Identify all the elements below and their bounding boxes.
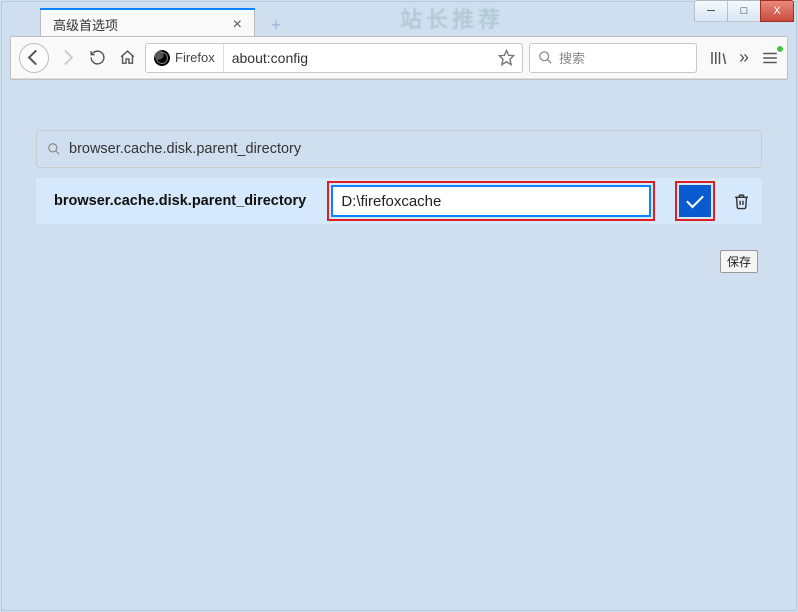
save-tooltip: 保存 xyxy=(720,250,758,273)
arrow-left-icon xyxy=(27,52,41,63)
minimize-icon: ─ xyxy=(707,5,715,17)
config-search-filter[interactable]: browser.cache.disk.parent_directory xyxy=(36,130,762,168)
new-tab-button[interactable]: + xyxy=(261,12,291,38)
forward-button[interactable] xyxy=(55,46,79,70)
tab-close-button[interactable]: × xyxy=(231,17,244,33)
pref-row: browser.cache.disk.parent_directory xyxy=(36,178,762,224)
window-border xyxy=(1,1,797,611)
library-button[interactable] xyxy=(709,49,727,67)
search-bar[interactable]: 搜索 xyxy=(529,43,697,73)
trash-icon xyxy=(733,193,750,210)
pref-value-input[interactable] xyxy=(331,185,651,217)
pref-delete-button[interactable] xyxy=(729,186,754,216)
tab-strip: 高级首选项 × + xyxy=(40,4,291,40)
window-maximize-button[interactable]: □ xyxy=(727,0,761,22)
arrow-right-icon xyxy=(60,52,74,63)
pref-save-button[interactable] xyxy=(679,185,711,217)
update-notification-badge-icon xyxy=(776,45,784,53)
home-button[interactable] xyxy=(115,46,139,70)
reload-icon xyxy=(89,49,106,66)
maximize-icon: □ xyxy=(741,5,748,17)
star-icon xyxy=(498,49,515,66)
navigation-toolbar: Firefox about:config 搜索 xyxy=(11,37,787,79)
checkmark-icon xyxy=(686,190,704,208)
site-identity-box[interactable]: Firefox xyxy=(146,44,224,72)
plus-icon: + xyxy=(271,15,282,36)
search-icon xyxy=(538,50,553,65)
highlight-value-box xyxy=(327,181,655,221)
identity-label: Firefox xyxy=(175,50,215,65)
reload-button[interactable] xyxy=(85,46,109,70)
bookmark-star-button[interactable] xyxy=(492,44,522,72)
tab-active-indicator xyxy=(40,8,255,10)
pref-name: browser.cache.disk.parent_directory xyxy=(54,193,317,209)
overflow-menu-button[interactable] xyxy=(739,47,749,68)
url-bar[interactable]: Firefox about:config xyxy=(145,43,523,73)
library-icon xyxy=(709,49,727,67)
close-window-icon: X xyxy=(773,5,780,17)
window-minimize-button[interactable]: ─ xyxy=(694,0,728,22)
window-close-button[interactable]: X xyxy=(760,0,794,22)
highlight-save-box xyxy=(675,181,715,221)
config-search-value: browser.cache.disk.parent_directory xyxy=(69,141,301,157)
search-placeholder: 搜索 xyxy=(559,48,585,67)
back-button[interactable] xyxy=(19,43,49,73)
app-menu-button[interactable] xyxy=(761,49,779,67)
search-icon xyxy=(47,142,61,156)
firefox-logo-icon xyxy=(154,50,170,66)
toolbar-right-icons xyxy=(709,47,779,68)
window-controls: ─ □ X xyxy=(695,0,794,22)
home-icon xyxy=(119,49,136,66)
tab-title: 高级首选项 xyxy=(53,15,118,34)
browser-chrome: Firefox about:config 搜索 browser.cache xyxy=(10,36,788,80)
background-watermark-text: 站长推荐 xyxy=(400,2,504,34)
url-text[interactable]: about:config xyxy=(224,50,492,66)
